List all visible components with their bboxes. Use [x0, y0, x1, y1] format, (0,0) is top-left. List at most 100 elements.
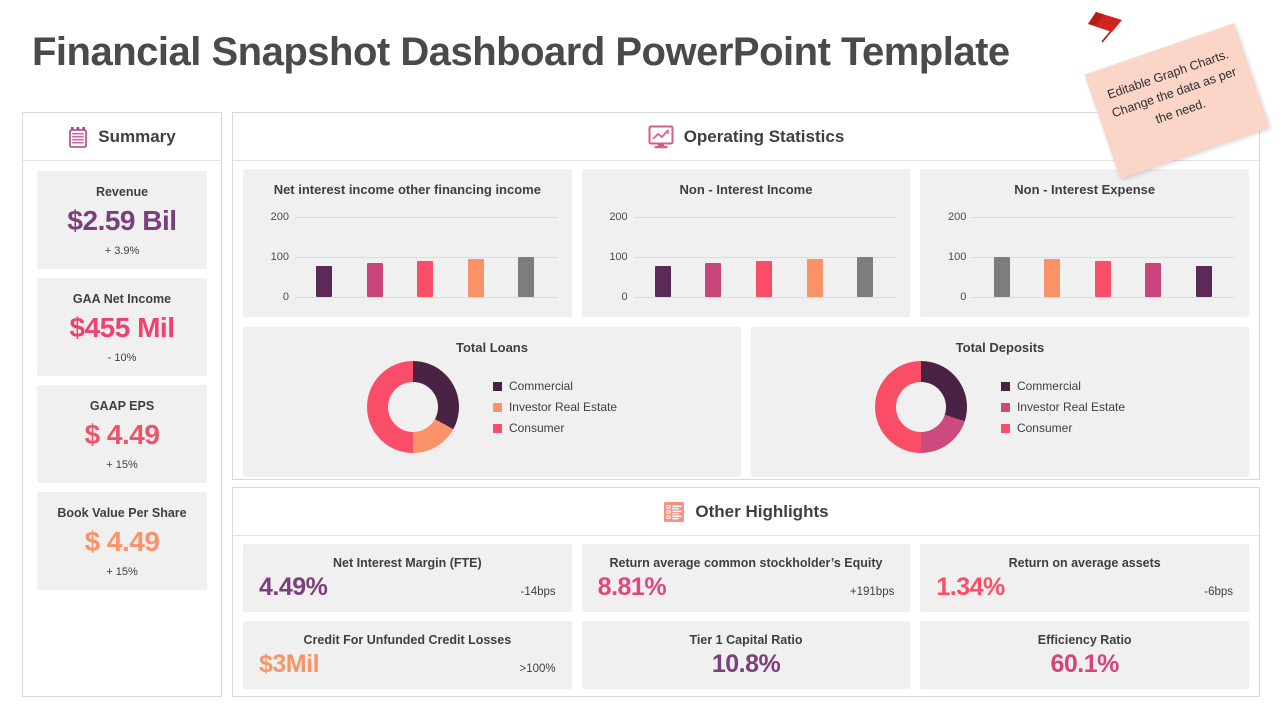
other-highlights-header: Other Highlights [233, 488, 1259, 536]
summary-card-value: $ 4.49 [84, 419, 160, 450]
bar [654, 265, 671, 297]
donut-chart-card: Total Loans Commercial Investor Real Esta… [243, 327, 741, 477]
chart-title: Total Loans [456, 340, 528, 355]
y-axis-tick-label: 100 [947, 251, 967, 263]
bar-series [638, 217, 891, 297]
summary-card-label: Book Value Per Share [57, 506, 187, 520]
summary-card-value: $2.59 Bil [67, 205, 177, 236]
highlight-label: Efficiency Ratio [1037, 633, 1132, 647]
highlight-value-row: 8.81% +191bps [598, 573, 895, 602]
donut-chart-card: Total Deposits Commercial Investor Real E… [751, 327, 1249, 477]
legend-item: Investor Real Estate [1000, 400, 1126, 414]
summary-card: Book Value Per Share $ 4.49 + 15% [37, 492, 207, 590]
highlight-card: Return average common stockholder’s Equi… [581, 544, 911, 612]
bar-series [299, 217, 552, 297]
legend-item: Consumer [1000, 421, 1125, 435]
y-axis-tick-label: 200 [609, 211, 628, 223]
summary-card: Revenue $2.59 Bil + 3.9% [37, 171, 207, 269]
legend-swatch [1000, 381, 1010, 391]
bar-chart-row: Net interest income other financing inco… [233, 161, 1259, 317]
y-axis-tick-label: 100 [270, 251, 289, 263]
summary-card-label: GAA Net Income [72, 292, 172, 306]
chart-title: Total Deposits [955, 340, 1045, 355]
highlight-value-row: 60.1% [936, 650, 1233, 679]
bar [518, 257, 535, 297]
donut-chart [874, 361, 967, 453]
bar [1044, 259, 1061, 297]
page-title: Financial Snapshot Dashboard PowerPoint … [32, 30, 1010, 74]
bar-chart-card: Non - Interest Income 0 100 200 [581, 169, 911, 317]
highlight-delta: >100% [519, 663, 556, 675]
highlight-label: Tier 1 Capital Ratio [689, 633, 803, 647]
summary-card-value: $455 Mil [69, 312, 175, 343]
highlight-value-row: 1.34% -6bps [936, 573, 1233, 602]
y-axis-tick-label: 0 [282, 291, 289, 303]
gridline [295, 297, 558, 298]
legend-label: Consumer [508, 421, 565, 435]
notepad-icon [69, 126, 88, 148]
chart-plot-area: 0 100 200 [596, 205, 897, 303]
bar-chart-card: Non - Interest Expense 0 100 200 [920, 169, 1250, 317]
bar [806, 259, 823, 297]
summary-card-delta: - 10% [107, 352, 137, 364]
other-highlights-panel: Other Highlights Net Interest Margin (FT… [232, 487, 1260, 697]
chart-title: Non - Interest Expense [1014, 182, 1156, 197]
highlight-card: Credit For Unfunded Credit Losses $3Mil … [243, 621, 572, 689]
y-axis-tick-label: 200 [947, 211, 967, 223]
summary-card-label: GAAP EPS [89, 399, 155, 413]
chart-plot-area: 0 100 200 [934, 205, 1236, 303]
legend-label: Investor Real Estate [1016, 400, 1126, 414]
bar [1094, 261, 1111, 297]
legend-label: Commercial [508, 379, 573, 393]
chart-legend: Commercial Investor Real Estate Consumer [492, 379, 618, 435]
donut-hole [895, 382, 946, 432]
legend-item: Commercial [1000, 379, 1125, 393]
highlight-card: Efficiency Ratio 60.1% [920, 621, 1250, 689]
bar [1195, 265, 1212, 297]
bar [857, 257, 874, 297]
summary-card: GAA Net Income $455 Mil - 10% [37, 278, 207, 376]
gridline [633, 297, 897, 298]
summary-panel: Summary Revenue $2.59 Bil + 3.9% GAA Net… [22, 112, 222, 697]
checklist-icon [664, 501, 685, 522]
summary-card-value: $ 4.49 [84, 526, 160, 557]
donut-with-legend: Commercial Investor Real Estate Consumer [751, 361, 1249, 453]
legend-item: Consumer [492, 421, 617, 435]
highlight-value: $3Mil [259, 650, 320, 678]
highlight-delta: -14bps [520, 586, 556, 598]
highlight-value-row: 10.8% [598, 650, 895, 679]
y-axis-tick-label: 0 [960, 291, 967, 303]
summary-card-delta: + 3.9% [104, 245, 140, 257]
summary-card-delta: + 15% [106, 459, 138, 471]
highlight-value-row: 4.49% -14bps [259, 573, 556, 602]
highlight-label: Credit For Unfunded Credit Losses [303, 633, 512, 647]
operating-statistics-panel: Operating Statistics Net interest income… [232, 112, 1260, 480]
monitor-chart-icon [648, 125, 674, 148]
highlight-value-row: $3Mil >100% [259, 650, 556, 679]
gridline [972, 297, 1236, 298]
highlight-label: Net Interest Margin (FTE) [333, 556, 482, 570]
chart-legend: Commercial Investor Real Estate Consumer [1000, 379, 1126, 435]
highlight-value: 8.81% [597, 573, 667, 601]
donut-chart [366, 361, 459, 453]
chart-plot-area: 0 100 200 [257, 205, 558, 303]
y-axis-tick-label: 100 [609, 251, 628, 263]
bar-chart-card: Net interest income other financing inco… [243, 169, 572, 317]
highlight-card-grid: Net Interest Margin (FTE) 4.49% -14bps R… [233, 536, 1259, 689]
donut-with-legend: Commercial Investor Real Estate Consumer [243, 361, 741, 453]
bar [467, 259, 484, 297]
highlight-value: 10.8% [711, 650, 781, 678]
highlight-delta: -6bps [1204, 586, 1234, 598]
bar-series [976, 217, 1229, 297]
chart-title: Net interest income other financing inco… [273, 182, 541, 197]
legend-swatch [492, 402, 502, 412]
other-highlights-title: Other Highlights [695, 501, 829, 521]
summary-header: Summary [23, 113, 221, 161]
legend-label: Consumer [1016, 421, 1073, 435]
legend-label: Investor Real Estate [508, 400, 618, 414]
donut-chart-row: Total Loans Commercial Investor Real Esta… [233, 317, 1259, 477]
highlight-label: Return average common stockholder’s Equi… [609, 556, 883, 570]
legend-swatch [1000, 423, 1010, 433]
bar [1145, 263, 1162, 297]
bar [756, 261, 772, 297]
